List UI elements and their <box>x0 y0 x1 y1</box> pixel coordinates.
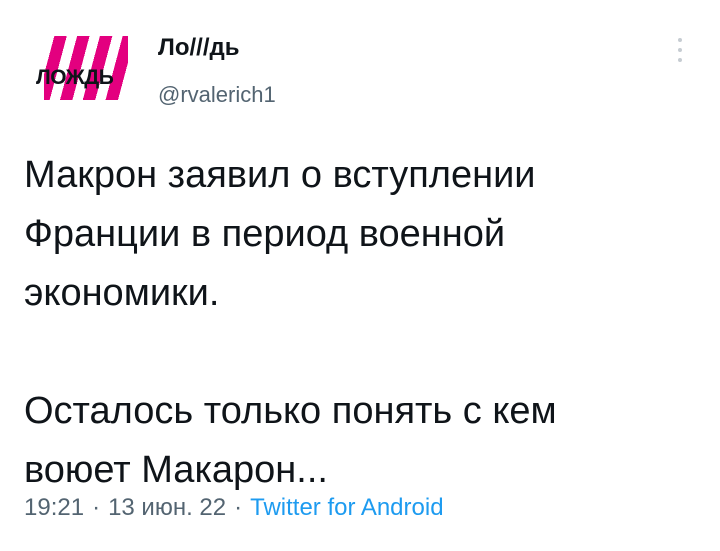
tweet-text: Макрон заявил о вступлении Франции в пер… <box>24 146 704 500</box>
tweet-card: ЛОЖДЬ Ло///дь @rvalerich1 Макрон заявил … <box>0 0 720 551</box>
tweet-date[interactable]: 13 июн. 22 <box>108 494 226 521</box>
avatar-logo-text: ЛОЖДЬ <box>36 66 114 89</box>
more-vertical-icon <box>678 58 682 62</box>
more-vertical-icon <box>678 48 682 52</box>
author-handle[interactable]: @rvalerich1 <box>158 82 276 108</box>
tweet-line: Франции в период военной <box>24 213 506 255</box>
more-vertical-icon <box>678 38 682 42</box>
tweet-line: Макрон заявил о вступлении <box>24 154 536 196</box>
meta-separator: · <box>234 494 243 521</box>
avatar[interactable]: ЛОЖДЬ <box>32 32 132 104</box>
more-options-button[interactable] <box>668 30 692 70</box>
tweet-source-link[interactable]: Twitter for Android <box>250 494 443 521</box>
tweet-time[interactable]: 19:21 <box>24 494 84 521</box>
tweet-line: воюет Макарон... <box>24 449 328 491</box>
meta-separator: · <box>92 494 101 521</box>
tweet-line: Осталось только понять с кем <box>24 390 557 432</box>
tweet-meta: 19:21 · 13 июн. 22 · Twitter for Android <box>24 494 444 522</box>
author-name[interactable]: Ло///дь <box>158 34 240 62</box>
tweet-line: экономики. <box>24 272 220 314</box>
